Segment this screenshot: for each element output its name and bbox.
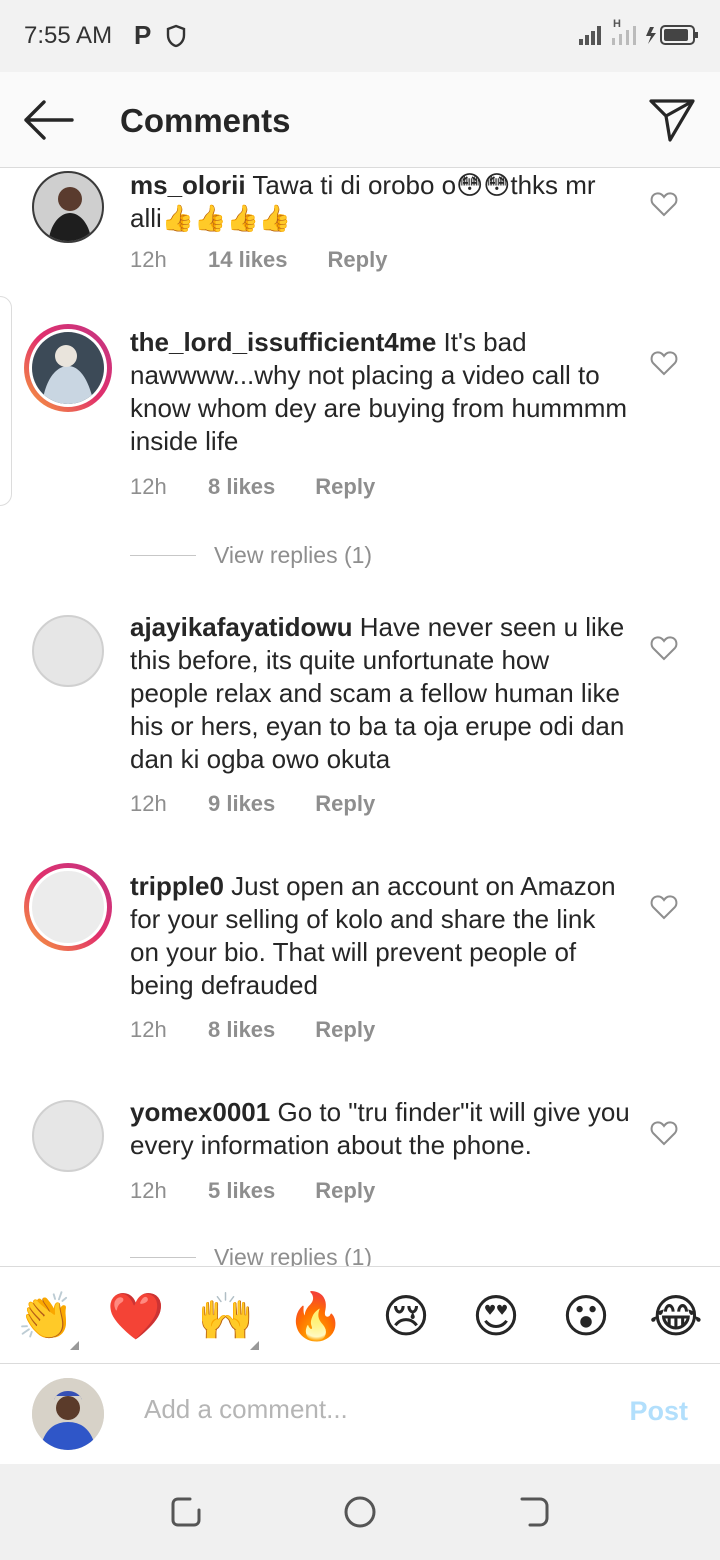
heart-icon[interactable] bbox=[650, 350, 678, 376]
recent-apps-icon[interactable] bbox=[168, 1494, 204, 1530]
crying-emoji-button[interactable]: 😢 bbox=[376, 1291, 436, 1341]
signal-h-icon: H bbox=[610, 18, 640, 46]
view-replies-button[interactable]: View replies (1) bbox=[130, 542, 372, 569]
page-title: Comments bbox=[120, 102, 291, 139]
comment-username[interactable]: yomex0001 bbox=[130, 1097, 270, 1127]
comment-time: 12h bbox=[130, 247, 167, 272]
divider bbox=[130, 1257, 196, 1258]
view-replies-label: View replies (1) bbox=[214, 1244, 373, 1266]
comment-username[interactable]: ajayikafayatidowu bbox=[130, 612, 353, 642]
reply-button[interactable]: Reply bbox=[315, 1178, 375, 1204]
avatar[interactable] bbox=[32, 171, 104, 243]
comment-text: ms_olorii Tawa ti di orobo o😳😳thks mr al… bbox=[130, 169, 630, 235]
reply-button[interactable]: Reply bbox=[315, 791, 375, 817]
reply-button[interactable]: Reply bbox=[315, 474, 375, 500]
comment-time: 12h bbox=[130, 474, 167, 499]
avatar[interactable] bbox=[24, 863, 112, 951]
quick-emoji-bar: 👏 ❤️ 🙌 🔥 😢 😍 😮 😂 bbox=[0, 1266, 720, 1364]
avatar[interactable] bbox=[32, 615, 104, 687]
signal-icon bbox=[579, 26, 601, 45]
comment-meta: 12h 8 likes Reply bbox=[130, 1017, 375, 1043]
clap-variants-indicator bbox=[70, 1341, 79, 1350]
fire-emoji-button[interactable]: 🔥 bbox=[286, 1291, 346, 1341]
system-nav-bar bbox=[0, 1464, 720, 1560]
comment-meta: 12h 8 likes Reply bbox=[130, 474, 375, 500]
avatar[interactable] bbox=[32, 1100, 104, 1172]
heart-icon[interactable] bbox=[650, 191, 678, 217]
status-time: 7:55 AM bbox=[24, 22, 113, 49]
comment-time: 12h bbox=[130, 791, 167, 816]
comment-meta: 12h 5 likes Reply bbox=[130, 1178, 375, 1204]
avatar-image bbox=[29, 868, 107, 946]
heart-icon[interactable] bbox=[650, 1120, 678, 1146]
comment-composer: Post bbox=[0, 1364, 720, 1464]
surprised-emoji-button[interactable]: 😮 bbox=[556, 1291, 616, 1341]
status-bar: 7:55 AM P H bbox=[0, 0, 720, 72]
divider bbox=[130, 555, 196, 556]
reply-button[interactable]: Reply bbox=[328, 247, 388, 273]
back-button[interactable] bbox=[22, 98, 74, 142]
heart-emoji-button[interactable]: ❤️ bbox=[106, 1291, 166, 1341]
comment-meta: 12h 9 likes Reply bbox=[130, 791, 375, 817]
raised-hands-variants-indicator bbox=[250, 1341, 259, 1350]
view-replies-label: View replies (1) bbox=[214, 542, 373, 568]
comment-time: 12h bbox=[130, 1017, 167, 1042]
comment-username[interactable]: the_lord_issufficient4me bbox=[130, 327, 436, 357]
comment-text: the_lord_issufficient4me It's bad nawwww… bbox=[130, 326, 630, 458]
laughing-emoji-button[interactable]: 😂 bbox=[646, 1291, 706, 1341]
send-icon bbox=[649, 99, 695, 142]
comment-list[interactable]: ms_olorii Tawa ti di orobo o😳😳thks mr al… bbox=[0, 169, 720, 1266]
avatar-image bbox=[29, 329, 107, 407]
comment-likes[interactable]: 9 likes bbox=[208, 791, 275, 817]
home-icon[interactable] bbox=[342, 1494, 378, 1530]
post-button[interactable]: Post bbox=[629, 1396, 688, 1427]
back-arrow-icon bbox=[24, 100, 74, 140]
comment-time: 12h bbox=[130, 1178, 167, 1203]
comment-text: tripple0 Just open an account on Amazon … bbox=[130, 870, 630, 1002]
comment-likes[interactable]: 8 likes bbox=[208, 1017, 275, 1043]
comment-meta: 12h 14 likes Reply bbox=[130, 247, 387, 273]
share-button[interactable] bbox=[648, 96, 696, 144]
clap-emoji-button[interactable]: 👏 bbox=[16, 1291, 76, 1341]
my-avatar[interactable] bbox=[32, 1378, 104, 1450]
p-notification-icon: P bbox=[134, 20, 152, 50]
comment-likes[interactable]: 8 likes bbox=[208, 474, 275, 500]
shield-icon bbox=[166, 24, 186, 53]
status-icons: H bbox=[578, 18, 698, 46]
comment-likes[interactable]: 14 likes bbox=[208, 247, 288, 273]
heart-icon[interactable] bbox=[650, 635, 678, 661]
comment-username[interactable]: ms_olorii bbox=[130, 170, 246, 200]
heart-eyes-emoji-button[interactable]: 😍 bbox=[466, 1291, 526, 1341]
raised-hands-emoji-button[interactable]: 🙌 bbox=[196, 1291, 256, 1341]
avatar[interactable] bbox=[24, 324, 112, 412]
comment-input[interactable] bbox=[144, 1394, 604, 1425]
comments-header: Comments bbox=[0, 72, 720, 168]
battery-charging-icon bbox=[646, 25, 698, 45]
comment-username[interactable]: tripple0 bbox=[130, 871, 224, 901]
view-replies-button[interactable]: View replies (1) bbox=[130, 1244, 372, 1266]
comment-likes[interactable]: 5 likes bbox=[208, 1178, 275, 1204]
comment-text: ajayikafayatidowu Have never seen u like… bbox=[130, 611, 630, 776]
reply-button[interactable]: Reply bbox=[315, 1017, 375, 1043]
comment-text: yomex0001 Go to "tru finder"it will give… bbox=[130, 1096, 630, 1162]
back-nav-icon[interactable] bbox=[516, 1494, 552, 1530]
heart-icon[interactable] bbox=[650, 894, 678, 920]
